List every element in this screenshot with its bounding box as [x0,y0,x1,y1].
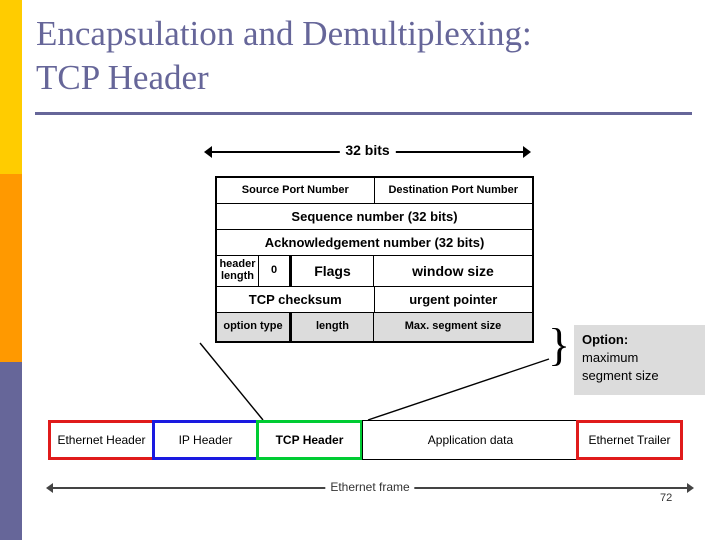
tcp-row-flags: header length 0 Flags window size [217,256,532,287]
bit-width-measure: 32 bits [204,140,531,162]
connector-line-right [367,358,550,421]
frame-box-ethernet-header: Ethernet Header [48,420,155,460]
cell-sequence-number: Sequence number (32 bits) [291,208,458,224]
tcp-row-option: option type length Max. segment size [217,313,532,341]
slide-side-accent-bar [0,0,22,540]
cell-urgent-pointer: urgent pointer [409,291,498,307]
page-number: 72 [660,492,673,504]
frame-box-application-data: Application data [362,420,579,460]
cell-max-segment-size: Max. segment size [404,320,502,333]
cell-source-port: Source Port Number [217,178,375,203]
option-callout-box: Option: maximum segment size [574,325,705,395]
curly-brace-icon: } [548,319,571,370]
cell-window-size: window size [412,262,494,279]
option-callout-line-3: segment size [582,368,659,383]
option-callout-line-2: maximum [582,350,639,365]
title-block: Encapsulation and Demultiplexing: TCP He… [36,12,696,100]
option-callout-heading: Option: [582,332,629,347]
tcp-header-table: Source Port Number Destination Port Numb… [215,176,534,343]
accent-band-yellow [0,0,22,174]
connector-line-left [199,342,264,421]
ethernet-frame-measure: Ethernet frame [46,477,694,498]
cell-flags: Flags [292,256,374,286]
ethernet-frame-row: Ethernet Header IP Header TCP Header App… [48,420,683,460]
frame-box-tcp-header: TCP Header [256,420,363,460]
bit-width-label: 32 bits [339,140,396,160]
title-divider-rule [35,112,692,115]
cell-tcp-checksum: TCP checksum [217,287,375,312]
accent-band-purple [0,362,22,540]
cell-header-length: header length [217,256,259,286]
frame-box-ethernet-trailer: Ethernet Trailer [576,420,683,460]
tcp-row-acknowledgement: Acknowledgement number (32 bits) [217,230,532,256]
frame-box-ip-header: IP Header [152,420,259,460]
ethernet-frame-label: Ethernet frame [325,477,415,497]
cell-option-length: length [292,313,374,341]
page-title: Encapsulation and Demultiplexing: TCP He… [36,14,532,97]
arrow-right-icon [687,483,694,493]
cell-option-type: option type [217,313,292,341]
cell-reserved-zero: 0 [259,256,292,286]
tcp-row-checksum: TCP checksum urgent pointer [217,287,532,313]
tcp-row-ports: Source Port Number Destination Port Numb… [217,178,532,204]
arrow-right-icon [523,146,531,158]
cell-acknowledgement-number: Acknowledgement number (32 bits) [264,234,485,250]
accent-band-orange [0,174,22,362]
tcp-row-sequence: Sequence number (32 bits) [217,204,532,230]
cell-destination-port: Destination Port Number [388,183,519,196]
